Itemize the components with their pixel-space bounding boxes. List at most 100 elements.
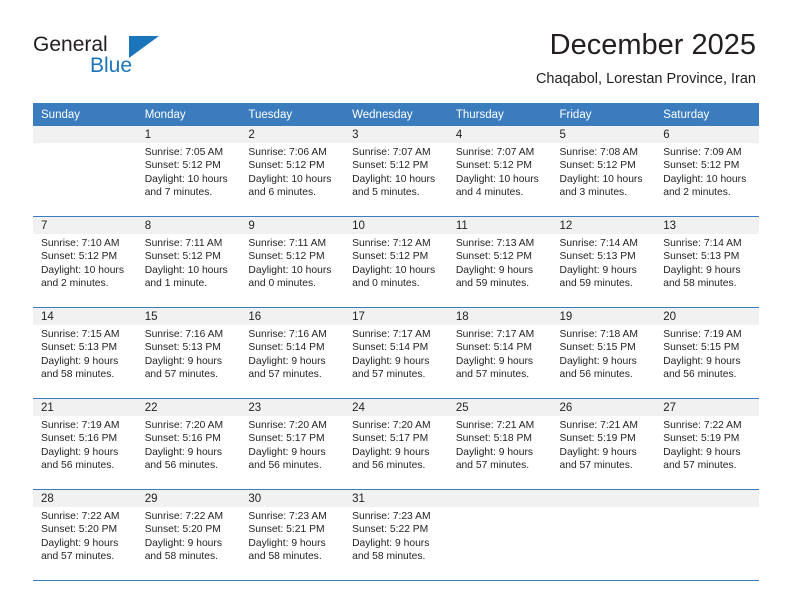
day-cell-content: 26 Sunrise: 7:21 AM Sunset: 5:19 PM Dayligh…: [551, 399, 656, 489]
sunset-text: Sunset: 5:14 PM: [248, 342, 325, 354]
calendar-day-cell[interactable]: 14 Sunrise: 7:15 AM Sunset: 5:13 PM Dayligh…: [33, 307, 137, 399]
day-number: 6: [655, 126, 759, 143]
daylight-text-line2: and 58 minutes.: [663, 278, 737, 290]
daylight-text-line1: Daylight: 10 hours: [352, 173, 436, 185]
day-cell-content: 11 Sunrise: 7:13 AM Sunset: 5:12 PM Dayligh…: [447, 217, 552, 307]
day-number: 13: [655, 217, 759, 234]
daylight-text-line1: Daylight: 10 hours: [144, 173, 228, 185]
daylight-text-line2: and 56 minutes.: [248, 460, 322, 472]
calendar-day-cell[interactable]: 4 Sunrise: 7:07 AM Sunset: 5:12 PM Daylight…: [447, 126, 552, 217]
day-sun-info: Sunrise: 7:05 AM Sunset: 5:12 PM Daylight:…: [137, 143, 241, 200]
day-sun-info: Sunrise: 7:22 AM Sunset: 5:19 PM Daylight:…: [655, 416, 759, 473]
calendar-day-cell[interactable]: 2 Sunrise: 7:06 AM Sunset: 5:12 PM Daylight…: [240, 126, 345, 217]
daylight-text-line1: Daylight: 10 hours: [248, 173, 332, 185]
calendar-day-cell[interactable]: 3 Sunrise: 7:07 AM Sunset: 5:12 PM Daylight…: [344, 126, 448, 217]
day-sun-info: Sunrise: 7:07 AM Sunset: 5:12 PM Daylight:…: [448, 143, 552, 200]
calendar-day-cell[interactable]: 18 Sunrise: 7:17 AM Sunset: 5:14 PM Dayligh…: [447, 307, 552, 399]
sunrise-text: Sunrise: 7:08 AM: [559, 147, 638, 158]
calendar-day-cell[interactable]: 5 Sunrise: 7:08 AM Sunset: 5:12 PM Daylight…: [551, 126, 656, 217]
sunrise-text: Sunrise: 7:16 AM: [248, 329, 327, 340]
calendar-day-cell[interactable]: 8 Sunrise: 7:11 AM Sunset: 5:12 PM Daylight…: [136, 216, 241, 308]
daylight-text-line2: and 4 minutes.: [455, 187, 524, 199]
sunrise-text: Sunrise: 7:14 AM: [559, 238, 638, 249]
daylight-text-line2: and 57 minutes.: [559, 460, 633, 472]
sunset-text: Sunset: 5:12 PM: [663, 160, 740, 172]
day-cell-content: 19 Sunrise: 7:18 AM Sunset: 5:15 PM Dayligh…: [551, 308, 656, 398]
calendar-day-cell[interactable]: 22 Sunrise: 7:20 AM Sunset: 5:16 PM Dayligh…: [136, 398, 241, 490]
day-number: 25: [447, 399, 552, 416]
day-number: 29: [136, 490, 241, 507]
sunset-text: Sunset: 5:13 PM: [663, 251, 740, 263]
calendar-day-cell[interactable]: 12 Sunrise: 7:14 AM Sunset: 5:13 PM Dayligh…: [551, 216, 656, 308]
calendar-day-cell[interactable]: 26 Sunrise: 7:21 AM Sunset: 5:19 PM Dayligh…: [551, 398, 656, 490]
day-cell-content: 17 Sunrise: 7:17 AM Sunset: 5:14 PM Dayligh…: [344, 308, 448, 398]
calendar-day-cell[interactable]: 11 Sunrise: 7:13 AM Sunset: 5:12 PM Dayligh…: [447, 216, 552, 308]
day-number: 18: [447, 308, 552, 325]
calendar-day-cell[interactable]: 30 Sunrise: 7:23 AM Sunset: 5:21 PM Dayligh…: [240, 489, 345, 581]
calendar-day-cell[interactable]: 24 Sunrise: 7:20 AM Sunset: 5:17 PM Dayligh…: [344, 398, 448, 490]
calendar-day-cell[interactable]: 19 Sunrise: 7:18 AM Sunset: 5:15 PM Dayligh…: [551, 307, 656, 399]
day-cell-content: 5 Sunrise: 7:08 AM Sunset: 5:12 PM Daylight…: [551, 126, 656, 216]
sunrise-text: Sunrise: 7:12 AM: [352, 238, 431, 249]
calendar-day-cell[interactable]: 31 Sunrise: 7:23 AM Sunset: 5:22 PM Dayligh…: [344, 489, 448, 581]
daylight-text-line1: Daylight: 9 hours: [144, 537, 222, 549]
sunset-text: Sunset: 5:15 PM: [559, 342, 636, 354]
calendar-day-cell[interactable]: 17 Sunrise: 7:17 AM Sunset: 5:14 PM Dayligh…: [344, 307, 448, 399]
daylight-text-line1: Daylight: 9 hours: [559, 446, 637, 458]
calendar-day-cell[interactable]: 21 Sunrise: 7:19 AM Sunset: 5:16 PM Dayligh…: [33, 398, 137, 490]
calendar-day-cell[interactable]: 29 Sunrise: 7:22 AM Sunset: 5:20 PM Dayligh…: [136, 489, 241, 581]
sunset-text: Sunset: 5:19 PM: [559, 433, 636, 445]
day-sun-info: Sunrise: 7:14 AM Sunset: 5:13 PM Daylight:…: [655, 234, 759, 291]
sunset-text: Sunset: 5:16 PM: [144, 433, 221, 445]
day-sun-info: Sunrise: 7:16 AM Sunset: 5:13 PM Daylight:…: [137, 325, 241, 382]
daylight-text-line2: and 57 minutes.: [144, 369, 218, 381]
day-cell-content: 8 Sunrise: 7:11 AM Sunset: 5:12 PM Daylight…: [136, 217, 241, 307]
day-cell-content: 18 Sunrise: 7:17 AM Sunset: 5:14 PM Dayligh…: [447, 308, 552, 398]
day-sun-info: Sunrise: 7:16 AM Sunset: 5:14 PM Daylight:…: [240, 325, 344, 382]
calendar-day-cell[interactable]: 27 Sunrise: 7:22 AM Sunset: 5:19 PM Dayligh…: [655, 398, 759, 490]
sunset-text: Sunset: 5:14 PM: [455, 342, 532, 354]
sunset-text: Sunset: 5:12 PM: [144, 251, 221, 263]
daylight-text-line2: and 57 minutes.: [41, 551, 115, 563]
calendar-day-cell: [447, 489, 552, 581]
daylight-text-line1: Daylight: 9 hours: [663, 355, 741, 367]
sunset-text: Sunset: 5:13 PM: [559, 251, 636, 263]
weekday-header-monday: Monday: [136, 103, 241, 126]
daylight-text-line2: and 7 minutes.: [144, 187, 213, 199]
calendar-day-cell[interactable]: 7 Sunrise: 7:10 AM Sunset: 5:12 PM Daylight…: [33, 216, 137, 308]
daylight-text-line1: Daylight: 9 hours: [144, 446, 222, 458]
calendar-day-cell[interactable]: 6 Sunrise: 7:09 AM Sunset: 5:12 PM Daylight…: [655, 126, 759, 217]
sunrise-text: Sunrise: 7:07 AM: [352, 147, 431, 158]
day-sun-info: Sunrise: 7:17 AM Sunset: 5:14 PM Daylight:…: [448, 325, 552, 382]
weekday-header-friday: Friday: [551, 103, 656, 126]
sunrise-text: Sunrise: 7:11 AM: [144, 238, 223, 249]
calendar-day-cell[interactable]: 10 Sunrise: 7:12 AM Sunset: 5:12 PM Dayligh…: [344, 216, 448, 308]
day-number: 16: [240, 308, 345, 325]
daylight-text-line2: and 1 minute.: [144, 278, 208, 290]
calendar-page: General Blue December 2025 Chaqabol, Lor…: [0, 0, 792, 612]
calendar-day-cell[interactable]: 15 Sunrise: 7:16 AM Sunset: 5:13 PM Dayligh…: [136, 307, 241, 399]
day-number: [447, 490, 552, 507]
daylight-text-line2: and 56 minutes.: [41, 460, 115, 472]
calendar-day-cell[interactable]: 13 Sunrise: 7:14 AM Sunset: 5:13 PM Dayligh…: [655, 216, 759, 308]
sunset-text: Sunset: 5:12 PM: [559, 160, 636, 172]
daylight-text-line1: Daylight: 9 hours: [455, 264, 534, 276]
calendar-day-cell[interactable]: 20 Sunrise: 7:19 AM Sunset: 5:15 PM Dayligh…: [655, 307, 759, 399]
calendar-day-cell[interactable]: 28 Sunrise: 7:22 AM Sunset: 5:20 PM Dayligh…: [33, 489, 137, 581]
calendar-day-cell[interactable]: 25 Sunrise: 7:21 AM Sunset: 5:18 PM Dayligh…: [447, 398, 552, 490]
day-number: 12: [551, 217, 656, 234]
daylight-text-line1: Daylight: 9 hours: [41, 446, 119, 458]
general-blue-logo[interactable]: General Blue: [33, 33, 183, 83]
calendar-day-cell[interactable]: 1 Sunrise: 7:05 AM Sunset: 5:12 PM Daylight…: [136, 126, 241, 217]
daylight-text-line1: Daylight: 9 hours: [41, 537, 119, 549]
day-sun-info: Sunrise: 7:20 AM Sunset: 5:17 PM Daylight:…: [344, 416, 448, 473]
sunset-text: Sunset: 5:20 PM: [41, 524, 118, 536]
calendar-day-cell[interactable]: 16 Sunrise: 7:16 AM Sunset: 5:14 PM Dayligh…: [240, 307, 345, 399]
daylight-text-line2: and 5 minutes.: [352, 187, 420, 199]
calendar-day-cell[interactable]: 23 Sunrise: 7:20 AM Sunset: 5:17 PM Dayligh…: [240, 398, 345, 490]
day-number: 31: [344, 490, 448, 507]
calendar-day-cell[interactable]: 9 Sunrise: 7:11 AM Sunset: 5:12 PM Daylight…: [240, 216, 345, 308]
sunset-text: Sunset: 5:15 PM: [663, 342, 740, 354]
sunrise-text: Sunrise: 7:07 AM: [455, 147, 535, 158]
day-cell-content: [33, 126, 137, 216]
